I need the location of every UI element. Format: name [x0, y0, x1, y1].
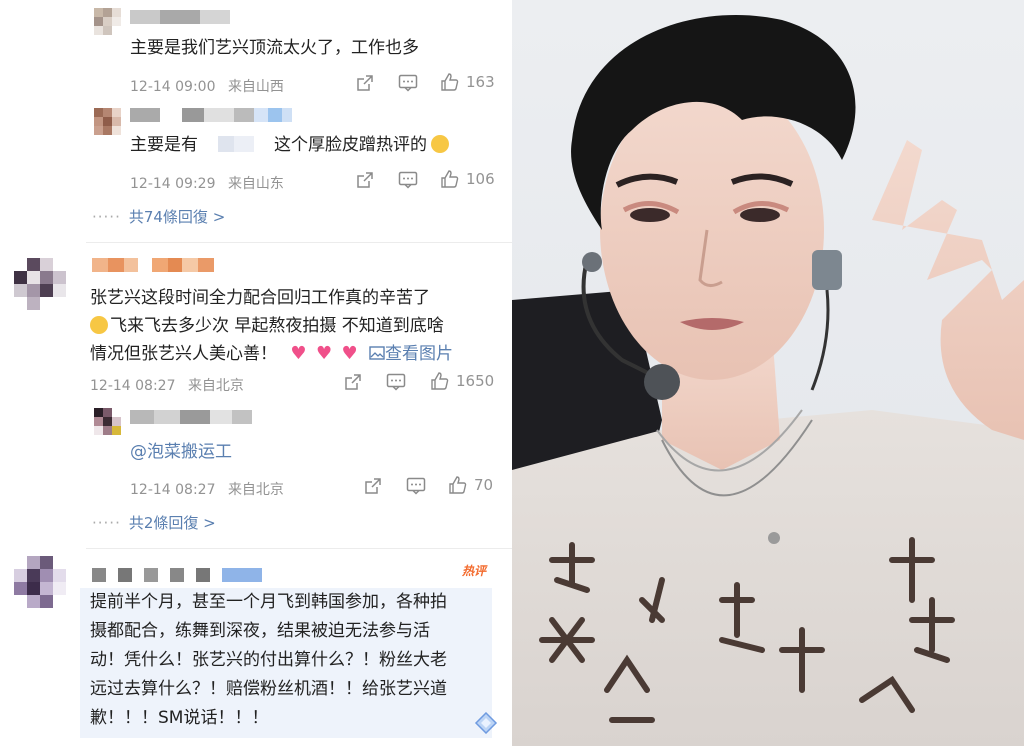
comment-time: 12-14 09:29 — [130, 176, 216, 192]
divider — [86, 548, 512, 549]
comment-location: 来自北京 — [187, 378, 244, 394]
portrait-illustration — [512, 0, 1024, 746]
dots-icon: ····· — [92, 514, 121, 532]
like-count: 163 — [466, 73, 495, 91]
comment-location: 来自北京 — [227, 482, 284, 498]
image-icon — [369, 346, 385, 360]
comment-thread: 主要是我们艺兴顶流太火了，工作也多 12-14 09:00 来自山西 163 主… — [0, 0, 512, 746]
thumbs-up-icon — [441, 170, 459, 188]
comment-time: 12-14 08:27 — [130, 482, 216, 498]
comment-text: 张艺兴这段时间全力配合回归工作真的辛苦了 飞来飞去多少次 早起熬夜拍摄 不知道到… — [90, 288, 454, 364]
like-button[interactable]: 1650 — [430, 371, 494, 391]
heart-emoji: ♥ — [290, 343, 307, 364]
divider — [86, 242, 512, 243]
comment-meta: 12-14 08:27 来自北京 — [130, 479, 284, 499]
diamond-icon — [474, 712, 498, 734]
like-count: 106 — [466, 170, 495, 188]
comment-location: 来自山东 — [227, 176, 284, 192]
redacted-mention[interactable] — [198, 136, 274, 152]
share-icon[interactable] — [356, 74, 374, 92]
username-blurred[interactable] — [92, 258, 214, 272]
thumbs-up-icon — [449, 476, 467, 494]
more-replies-link[interactable]: ····· 共74條回復 > — [92, 206, 225, 227]
comment-text: 提前半个月，甚至一个月飞到韩国参加，各种拍 摄都配合，练舞到深夜，结果被迫无法参… — [90, 592, 447, 728]
more-replies-link[interactable]: ····· 共2條回復 > — [92, 512, 216, 533]
comment-meta: 12-14 09:00 来自山西 — [130, 76, 284, 96]
thumbs-up-icon — [441, 73, 459, 91]
avatar[interactable] — [94, 108, 121, 135]
like-button[interactable]: 163 — [440, 72, 495, 92]
avatar[interactable] — [14, 258, 66, 310]
like-button[interactable]: 70 — [448, 475, 493, 495]
celebrity-photo — [512, 0, 1024, 746]
comment-location: 来自山西 — [227, 79, 284, 95]
like-count: 70 — [474, 476, 494, 494]
grinning-face-emoji — [431, 135, 449, 153]
comment-icon[interactable] — [398, 74, 418, 92]
comment-icon[interactable] — [398, 171, 418, 189]
crying-face-emoji — [90, 316, 108, 334]
share-icon[interactable] — [364, 477, 382, 495]
comment-meta: 12-14 09:29 来自山东 — [130, 173, 284, 193]
avatar[interactable] — [94, 8, 121, 35]
view-image-link[interactable]: 查看图片 — [369, 344, 453, 364]
comment-icon[interactable] — [406, 477, 426, 495]
share-icon[interactable] — [344, 373, 362, 391]
username-blurred[interactable] — [92, 568, 262, 582]
mention-link[interactable]: @泡菜搬运工 — [130, 438, 232, 466]
username-blurred[interactable] — [130, 108, 292, 122]
comment-time: 12-14 08:27 — [90, 378, 176, 394]
username-blurred[interactable] — [130, 10, 230, 24]
thumbs-up-icon — [431, 372, 449, 390]
heart-emoji: ♥ — [315, 343, 333, 364]
comment-icon[interactable] — [386, 373, 406, 391]
avatar[interactable] — [94, 408, 121, 435]
username-blurred[interactable] — [130, 410, 252, 424]
comment-meta: 12-14 08:27 来自北京 — [90, 375, 244, 395]
share-icon[interactable] — [356, 171, 374, 189]
comment-text: 主要是有 这个厚脸皮蹭热评的 — [130, 131, 449, 159]
comment-text: 主要是我们艺兴顶流太火了，工作也多 — [130, 38, 419, 58]
dots-icon: ····· — [92, 208, 121, 226]
heart-emoji: ♥ — [341, 343, 358, 364]
like-button[interactable]: 106 — [440, 169, 495, 189]
comment-time: 12-14 09:00 — [130, 79, 216, 95]
like-count: 1650 — [456, 372, 495, 390]
avatar[interactable] — [14, 556, 66, 608]
hot-comment-badge: 热评 — [462, 564, 487, 578]
